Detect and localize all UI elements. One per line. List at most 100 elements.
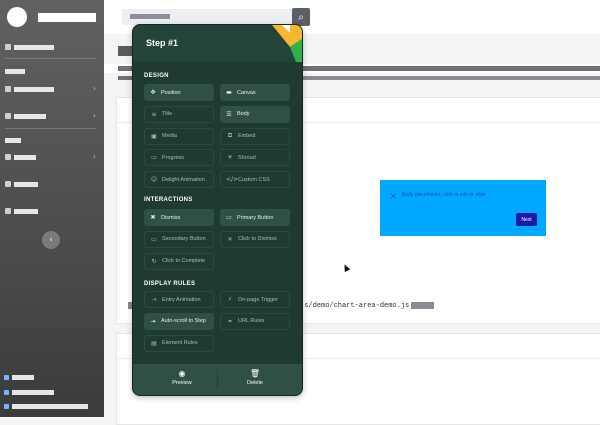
step-preview-box[interactable]: ✕ Body placeholder, click to edit or sty… <box>380 180 546 236</box>
sidebar-item-components[interactable] <box>5 84 104 94</box>
sidebar-item-dashboard[interactable] <box>5 42 54 52</box>
option-canvas[interactable]: ▬ Canvas <box>220 84 290 101</box>
option-label: Canvas <box>237 89 256 96</box>
code-path: js/demo/chart-area-demo.js <box>300 302 410 310</box>
sidebar-collapse-button[interactable]: ‹ <box>42 231 60 249</box>
sidebar-item-pages[interactable] <box>5 152 36 162</box>
sidebar-item-charts[interactable] <box>5 179 38 189</box>
close-icon: ✕ <box>227 235 233 243</box>
option-body[interactable]: ☰ Body <box>220 105 290 123</box>
option-label: URL Rules <box>238 318 265 325</box>
scroll-icon: ⇥ <box>150 317 156 325</box>
animation-icon: ☺ <box>150 176 158 184</box>
option-position[interactable]: ✥ Position <box>144 84 214 101</box>
embed-icon: ⧉ <box>227 132 233 140</box>
chevron-right-icon: › <box>92 152 96 161</box>
sidebar-footer-item[interactable] <box>4 375 34 380</box>
section-heading-interactions: INTERACTIONS <box>144 197 193 203</box>
option-entry-animation[interactable]: ⇢ Entry Animation <box>144 291 214 308</box>
sidebar-footer-item[interactable] <box>4 390 54 395</box>
option-custom-css[interactable]: </> Custom CSS <box>220 171 290 189</box>
code-icon: </> <box>226 176 239 184</box>
option-label: Click to Complete <box>162 258 206 265</box>
sidebar-footer-item[interactable] <box>4 404 88 409</box>
option-label: Progress <box>162 154 185 161</box>
option-label: Dismiss <box>161 214 181 221</box>
dashboard-icon <box>5 44 11 50</box>
delete-button[interactable]: 🗑 Delete <box>225 369 285 386</box>
sidebar-item-utilities[interactable] <box>5 111 46 121</box>
section-heading-design: DESIGN <box>144 73 169 79</box>
option-click-to-dismiss[interactable]: ✕ Click to Dismiss <box>220 230 290 248</box>
option-label: Auto-scroll to Step <box>161 318 206 325</box>
title-icon: ≡ <box>151 110 157 118</box>
option-title[interactable]: ≡ Title <box>144 105 214 123</box>
chart-icon <box>5 181 11 187</box>
sidebar-heading <box>5 135 21 145</box>
complete-icon: ↻ <box>151 257 157 265</box>
option-delight-animation[interactable]: ☺ Delight Animation <box>144 171 214 189</box>
option-label: Media <box>162 133 177 140</box>
option-label: Secondary Button <box>162 236 206 243</box>
option-label: Delight Animation <box>162 176 205 183</box>
brand-corner-icon <box>272 25 302 62</box>
option-label: Embed <box>238 133 256 140</box>
option-label: Shroud <box>238 154 256 161</box>
option-label: Element Rules <box>162 340 198 347</box>
option-label: Primary Button <box>237 214 274 221</box>
option-label: Custom CSS <box>238 176 270 183</box>
option-on-page-trigger[interactable]: ⚡ On-page Trigger <box>220 291 290 308</box>
sidebar-item-tables[interactable] <box>5 206 38 216</box>
option-progress[interactable]: ▭ Progress <box>144 149 214 167</box>
option-embed[interactable]: ⧉ Embed <box>220 127 290 145</box>
logo <box>7 7 27 27</box>
search-input[interactable] <box>122 9 292 25</box>
option-click-to-complete[interactable]: ↻ Click to Complete <box>144 252 214 270</box>
entry-animation-icon: ⇢ <box>151 296 157 303</box>
option-dismiss[interactable]: ✖ Dismiss <box>144 209 214 226</box>
brand-name-redacted <box>38 13 96 22</box>
option-element-rules[interactable]: ▤ Element Rules <box>144 334 214 352</box>
trigger-icon: ⚡ <box>227 296 233 303</box>
panel-title: Step #1 <box>146 38 179 48</box>
option-auto-scroll-to-step[interactable]: ⇥ Auto-scroll to Step <box>144 312 214 330</box>
shroud-icon: ☀ <box>227 154 233 162</box>
preview-body-text[interactable]: Body placeholder, click to edit or style <box>402 192 485 198</box>
sidebar: › › › ‹ <box>0 0 104 417</box>
dismiss-icon: ✖ <box>150 214 156 221</box>
canvas-icon: ▬ <box>226 89 232 96</box>
folder-icon <box>5 154 11 160</box>
search-icon: ⌕ <box>298 11 304 23</box>
next-button[interactable]: Next <box>516 213 537 226</box>
chevron-right-icon: › <box>92 111 96 120</box>
panel-header: Step #1 <box>133 25 302 62</box>
primary-button-icon: ▭ <box>226 214 232 221</box>
option-shroud[interactable]: ☀ Shroud <box>220 149 290 167</box>
table-icon <box>5 208 11 214</box>
close-icon[interactable]: ✕ <box>390 192 397 201</box>
panel-footer: ◉ Preview 🗑 Delete <box>133 364 302 395</box>
gear-icon <box>5 86 11 92</box>
wrench-icon <box>5 113 11 119</box>
option-primary-button[interactable]: ▭ Primary Button <box>220 209 290 226</box>
sidebar-heading <box>5 66 25 76</box>
secondary-button-icon: ▭ <box>151 235 157 243</box>
eye-icon: ◉ <box>178 369 186 378</box>
option-label: Entry Animation <box>162 296 201 303</box>
option-label: On-page Trigger <box>238 296 279 303</box>
move-icon: ✥ <box>150 89 156 96</box>
link-icon: ⚭ <box>227 317 233 325</box>
element-icon: ▤ <box>151 339 157 347</box>
progress-icon: ▭ <box>151 154 157 162</box>
section-heading-display-rules: DISPLAY RULES <box>144 281 196 287</box>
option-label: Title <box>162 111 173 118</box>
media-icon: ▣ <box>151 132 157 140</box>
option-label: Position <box>161 89 181 96</box>
option-url-rules[interactable]: ⚭ URL Rules <box>220 312 290 330</box>
option-secondary-button[interactable]: ▭ Secondary Button <box>144 230 214 248</box>
option-media[interactable]: ▣ Media <box>144 127 214 145</box>
preview-button[interactable]: ◉ Preview <box>152 369 212 386</box>
trash-icon: 🗑 <box>249 369 261 378</box>
step-editor-panel: Step #1 DESIGN ✥ Position ▬ Canvas ≡ Title ☰ Bo… <box>132 24 303 396</box>
chevron-right-icon: › <box>92 84 96 93</box>
